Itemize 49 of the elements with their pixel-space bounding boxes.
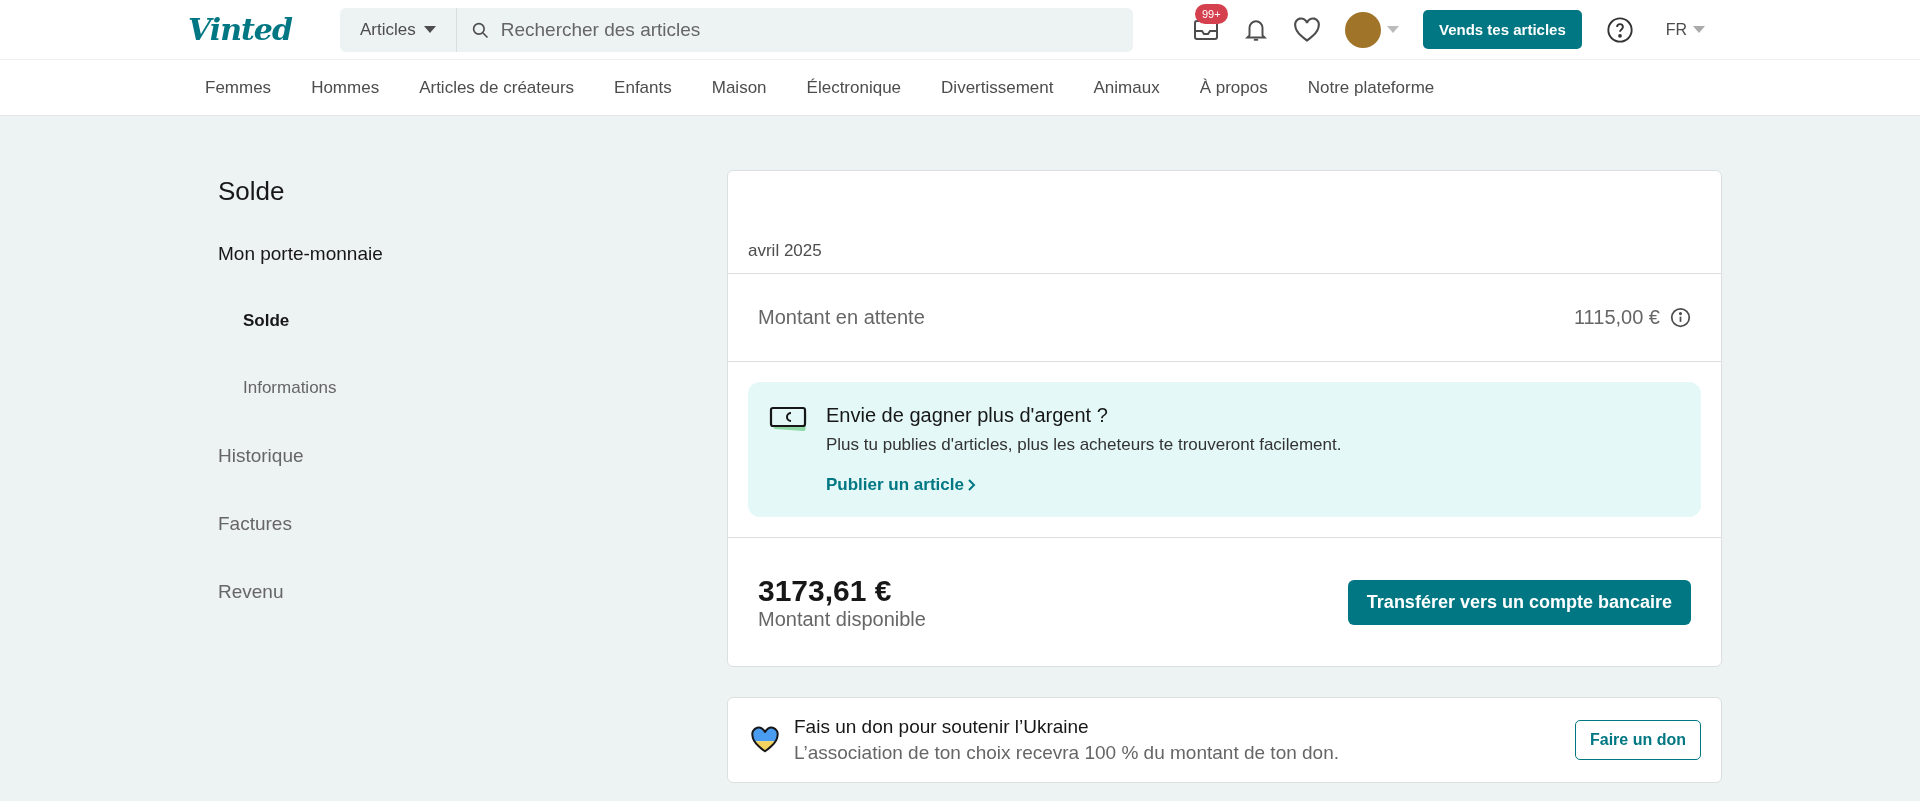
search-field[interactable]: Rechercher des articles xyxy=(456,7,1133,52)
caret-icon xyxy=(1693,26,1706,33)
info-icon[interactable] xyxy=(1670,307,1691,328)
promo-title: Envie de gagner plus d'argent ? xyxy=(826,404,1109,427)
favorites-button[interactable] xyxy=(1293,16,1321,43)
heart-icon xyxy=(750,726,780,754)
notification-badge: 99+ xyxy=(1195,3,1228,24)
available-label: Montant disponible xyxy=(758,607,926,630)
language-selector[interactable]: FR xyxy=(1659,19,1712,40)
category-link[interactable]: Électronique xyxy=(806,77,902,98)
donation-text: L’association de ton choix recevra 100 % du montant de ton don. xyxy=(794,742,1341,764)
category-link[interactable]: Femmes xyxy=(205,77,272,98)
category-link[interactable]: Divertissement xyxy=(941,77,1054,98)
caret-icon xyxy=(423,26,436,33)
sell-button[interactable]: Vends tes articles xyxy=(1423,10,1582,49)
search-input[interactable]: Rechercher des articles xyxy=(498,17,1119,42)
pending-label: Montant en attente xyxy=(758,306,925,329)
help-button[interactable] xyxy=(1605,15,1634,44)
avatar-photo xyxy=(1345,11,1381,48)
donation-title: Fais un don pour soutenir l’Ukraine xyxy=(794,716,1090,738)
publish-link[interactable]: Publier un article xyxy=(826,475,976,495)
help-icon xyxy=(1605,15,1634,44)
category-link[interactable]: Animaux xyxy=(1093,77,1160,98)
page-title: Solde xyxy=(218,176,286,207)
sidebar-subitem[interactable]: Informations xyxy=(218,378,727,398)
profile-menu-button[interactable] xyxy=(1345,11,1399,48)
logo[interactable]: Vinted xyxy=(188,12,340,47)
category-link[interactable]: Notre plateforme xyxy=(1307,77,1435,98)
category-link[interactable]: Articles de créateurs xyxy=(419,77,575,98)
transfer-button[interactable]: Transférer vers un compte bancaire xyxy=(1347,579,1691,625)
sidebar-subitem[interactable]: Solde xyxy=(218,311,727,331)
search-scope-dropdown[interactable]: Articles xyxy=(340,7,457,52)
caret-icon xyxy=(1387,26,1399,33)
search-icon xyxy=(470,20,489,39)
category-link[interactable]: À propos xyxy=(1199,77,1268,98)
promo-text: Plus tu publies d'articles, plus les acheteurs te trouveront facilement. xyxy=(826,435,1342,455)
pending-amount: 1115,00 € xyxy=(1574,306,1660,329)
category-link[interactable]: Enfants xyxy=(614,77,672,98)
category-link[interactable]: Maison xyxy=(711,77,767,98)
period-label: avril 2025 xyxy=(728,171,1721,274)
chevron-icon xyxy=(967,479,976,491)
available-amount: 3173,61 € xyxy=(758,573,893,608)
sidebar-item[interactable]: Revenu xyxy=(218,581,727,603)
sidebar-item[interactable]: Mon porte-monnaie xyxy=(218,243,727,265)
heart-icon xyxy=(1293,16,1321,43)
category-link[interactable]: Hommes xyxy=(311,77,380,98)
sidebar-item[interactable]: Factures xyxy=(218,513,727,535)
donate-button[interactable]: Faire un don xyxy=(1575,720,1701,760)
sidebar-item[interactable]: Historique xyxy=(218,445,727,467)
